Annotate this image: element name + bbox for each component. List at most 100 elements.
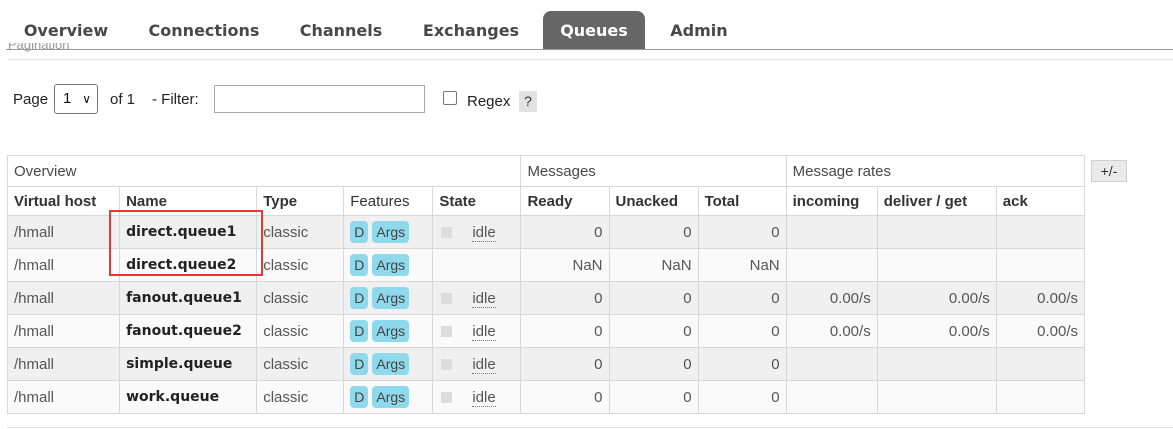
table-row: /hmall direct.queue1 classic D Args idle …: [6, 215, 1086, 249]
incoming-cell: [785, 248, 878, 282]
deliver-get-cell: 0.00/s: [876, 281, 997, 315]
ready-cell: 0: [520, 380, 610, 414]
table-row: /hmall work.queue classic D Args idle 0 0…: [6, 380, 1086, 414]
ack-cell: [995, 380, 1086, 414]
page-count-label: of 1: [110, 91, 136, 108]
filter-input[interactable]: [214, 85, 425, 113]
queue-name-link[interactable]: direct.queue1: [119, 215, 258, 249]
queue-name-link[interactable]: direct.queue2: [119, 248, 258, 282]
features-cell: D Args: [343, 281, 434, 315]
group-overview: Overview: [6, 155, 522, 187]
col-features: Features: [343, 186, 434, 216]
deliver-get-cell: [876, 215, 997, 249]
total-cell: NaN: [697, 248, 787, 282]
incoming-cell: 0.00/s: [785, 281, 878, 315]
features-cell: D Args: [343, 380, 434, 414]
vhost-cell: /hmall: [6, 314, 121, 348]
type-cell: classic: [256, 380, 345, 414]
state-indicator-icon: [441, 392, 453, 404]
ack-cell: 0.00/s: [995, 314, 1086, 348]
type-cell: classic: [256, 314, 345, 348]
unacked-cell: 0: [608, 281, 699, 315]
durable-badge: D: [350, 386, 369, 408]
nav-divider: [6, 49, 1173, 50]
section-divider: [8, 59, 1173, 60]
filter-label: - Filter:: [152, 91, 199, 108]
incoming-cell: 0.00/s: [785, 314, 878, 348]
col-type[interactable]: Type: [256, 186, 345, 216]
section-bottom-divider: [7, 427, 1173, 428]
table-row: /hmall direct.queue2 classic D Args NaN N…: [6, 248, 1086, 282]
queue-name-link[interactable]: fanout.queue2: [119, 314, 258, 348]
state-indicator-icon: [441, 293, 453, 305]
durable-badge: D: [350, 320, 369, 342]
type-cell: classic: [256, 248, 345, 282]
column-toggle-button[interactable]: +/-: [1091, 160, 1127, 182]
col-deliver-get[interactable]: deliver / get: [876, 186, 997, 216]
state-label: idle: [472, 322, 496, 341]
ready-cell: 0: [520, 215, 610, 249]
args-badge: Args: [372, 221, 410, 243]
ready-cell: NaN: [520, 248, 610, 282]
args-badge: Args: [372, 320, 410, 342]
col-name[interactable]: Name: [119, 186, 258, 216]
state-cell: idle: [432, 380, 522, 414]
durable-badge: D: [350, 254, 369, 276]
queue-name-link[interactable]: work.queue: [119, 380, 258, 414]
col-total[interactable]: Total: [697, 186, 787, 216]
queue-name-link[interactable]: simple.queue: [119, 347, 258, 381]
page-select[interactable]: 1 ∨: [54, 84, 98, 114]
col-ready[interactable]: Ready: [520, 186, 610, 216]
state-indicator-icon: [441, 359, 453, 371]
state-indicator-icon: [441, 227, 453, 239]
durable-badge: D: [350, 287, 369, 309]
ack-cell: 0.00/s: [995, 281, 1086, 315]
unacked-cell: 0: [608, 347, 699, 381]
type-cell: classic: [256, 215, 345, 249]
deliver-get-cell: [876, 248, 997, 282]
tab-channels[interactable]: Channels: [288, 11, 394, 50]
state-cell: idle: [432, 347, 522, 381]
col-ack[interactable]: ack: [995, 186, 1086, 216]
deliver-get-cell: [876, 347, 997, 381]
state-cell: idle: [432, 215, 522, 249]
regex-checkbox[interactable]: [443, 91, 457, 105]
features-cell: D Args: [343, 314, 434, 348]
incoming-cell: [785, 215, 878, 249]
state-cell: idle: [432, 281, 522, 315]
state-label: idle: [472, 223, 496, 242]
chevron-down-icon: ∨: [82, 92, 91, 106]
tab-connections[interactable]: Connections: [139, 11, 269, 50]
group-messages: Messages: [520, 155, 787, 187]
total-cell: 0: [697, 215, 787, 249]
col-state[interactable]: State: [432, 186, 522, 216]
table-row: /hmall fanout.queue1 classic D Args idle …: [6, 281, 1086, 315]
table-row: /hmall simple.queue classic D Args idle 0…: [6, 347, 1086, 381]
col-incoming[interactable]: incoming: [785, 186, 878, 216]
ack-cell: [995, 248, 1086, 282]
vhost-cell: /hmall: [6, 281, 121, 315]
tab-admin[interactable]: Admin: [660, 11, 738, 50]
durable-badge: D: [350, 353, 369, 375]
tab-exchanges[interactable]: Exchanges: [413, 11, 529, 50]
vhost-cell: /hmall: [6, 248, 121, 282]
unacked-cell: 0: [608, 215, 699, 249]
total-cell: 0: [697, 380, 787, 414]
queues-table: Overview Messages Message rates Virtual …: [6, 155, 1086, 414]
tab-queues[interactable]: Queues: [543, 11, 645, 50]
durable-badge: D: [350, 221, 369, 243]
col-virtual-host[interactable]: Virtual host: [6, 186, 121, 216]
vhost-cell: /hmall: [6, 215, 121, 249]
ack-cell: [995, 347, 1086, 381]
unacked-cell: NaN: [608, 248, 699, 282]
col-unacked[interactable]: Unacked: [608, 186, 699, 216]
page-select-value: 1: [63, 90, 72, 107]
top-nav: Overview Connections Channels Exchanges …: [0, 0, 1173, 50]
queue-name-link[interactable]: fanout.queue1: [119, 281, 258, 315]
state-cell: [432, 248, 522, 282]
args-badge: Args: [372, 386, 410, 408]
vhost-cell: /hmall: [6, 380, 121, 414]
help-button[interactable]: ?: [519, 91, 537, 112]
state-label: idle: [472, 355, 496, 374]
regex-label: Regex: [467, 93, 511, 110]
